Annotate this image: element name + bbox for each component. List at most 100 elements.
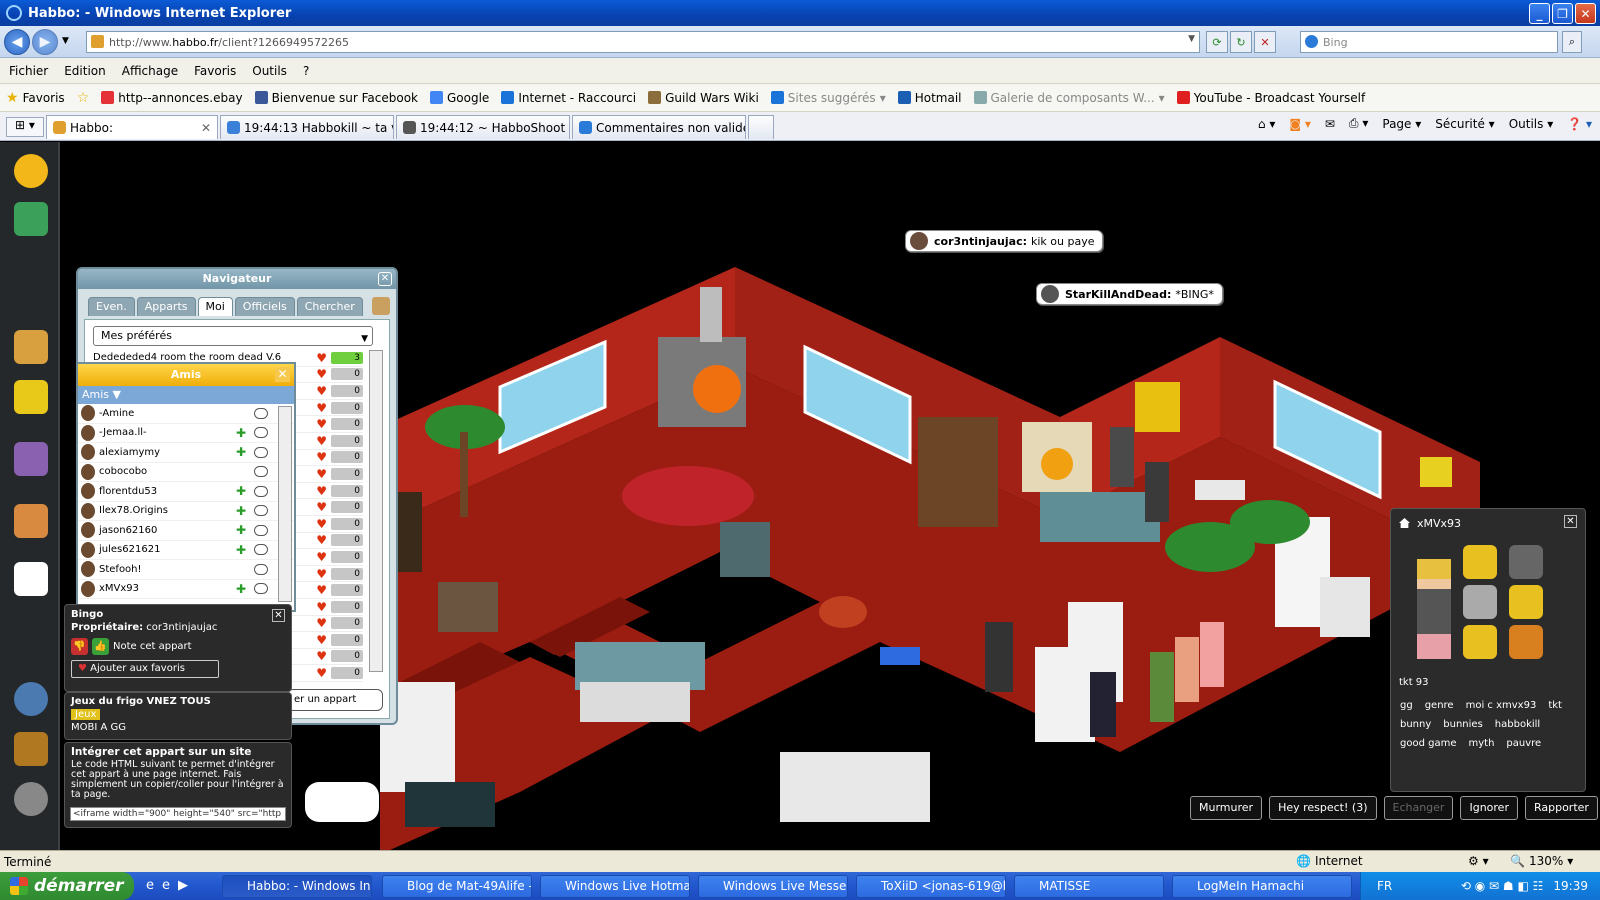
add-favorite-button[interactable]: ♥ Ajouter aux favoris xyxy=(71,660,219,678)
help-icon[interactable] xyxy=(14,154,48,188)
mail-icon[interactable]: ✉ xyxy=(1325,117,1335,131)
message-icon[interactable] xyxy=(254,407,268,419)
address-dropdown-icon[interactable]: ▼ xyxy=(1188,34,1195,44)
friends-title[interactable]: Amis xyxy=(78,364,294,386)
chat-bubble[interactable]: cor3ntinjaujac: kik ou paye xyxy=(905,230,1104,252)
message-icon[interactable] xyxy=(254,544,268,556)
follow-icon[interactable]: ✚ xyxy=(236,523,246,537)
maximize-button[interactable]: ❐ xyxy=(1552,3,1573,24)
fav-item-facebook[interactable]: Bienvenue sur Facebook xyxy=(254,91,418,105)
fav-item-google[interactable]: Google xyxy=(430,91,489,105)
tab-events[interactable]: Even. xyxy=(88,297,135,316)
user-tag[interactable]: genre xyxy=(1420,697,1459,714)
heart-icon[interactable]: ♥ xyxy=(316,367,327,381)
tab-rooms[interactable]: Apparts xyxy=(136,297,196,316)
friend-item[interactable]: florentdu53 ✚ xyxy=(78,482,294,502)
embed-code-field[interactable]: <iframe width="900" height="540" src="ht… xyxy=(70,807,286,821)
tab-search[interactable]: Chercher xyxy=(296,297,363,316)
heart-icon[interactable]: ♥ xyxy=(316,616,327,630)
heart-icon[interactable]: ♥ xyxy=(316,567,327,581)
protected-mode-icon[interactable]: ⚙ ▾ xyxy=(1468,854,1489,868)
taskbar-item[interactable]: Blog de Mat-49Alife - ... xyxy=(382,875,532,898)
fav-item-internet-raccourci[interactable]: Internet - Raccourci xyxy=(501,91,636,105)
my-avatar-icon[interactable] xyxy=(14,782,48,816)
navigator-icon[interactable] xyxy=(14,330,48,364)
user-tag[interactable]: good game xyxy=(1395,735,1461,752)
user-tag[interactable]: gg xyxy=(1395,697,1418,714)
taskbar-item[interactable]: LogMeIn Hamachi xyxy=(1172,875,1352,898)
action-button[interactable]: Hey respect! (3) xyxy=(1269,796,1377,820)
page-menu[interactable]: Page ▾ xyxy=(1382,117,1421,131)
chat-icon[interactable] xyxy=(14,562,48,596)
search-icon[interactable]: ⌕ xyxy=(1562,31,1582,53)
message-icon[interactable] xyxy=(254,505,268,517)
friends-scrollbar[interactable] xyxy=(278,406,292,602)
message-icon[interactable] xyxy=(254,524,268,536)
close-icon[interactable]: ✕ xyxy=(1564,515,1577,528)
user-tag[interactable]: moi c xmvx93 xyxy=(1461,697,1542,714)
tab-me[interactable]: Moi xyxy=(197,297,233,316)
home-icon[interactable]: ⌂ ▾ xyxy=(1258,117,1275,131)
heart-icon[interactable]: ♥ xyxy=(316,517,327,531)
heart-icon[interactable]: ♥ xyxy=(316,500,327,514)
taskbar-item[interactable]: MATISSE xyxy=(1014,875,1164,898)
heart-icon[interactable]: ♥ xyxy=(316,434,327,448)
menu-help[interactable]: ? xyxy=(303,64,309,78)
chat-input[interactable] xyxy=(305,782,379,822)
friend-item[interactable]: -Amine xyxy=(78,404,294,424)
heart-icon[interactable]: ♥ xyxy=(316,401,327,415)
fav-item-gallery[interactable]: Galerie de composants W... ▾ xyxy=(973,91,1165,105)
heart-icon[interactable]: ♥ xyxy=(316,450,327,464)
heart-icon[interactable]: ♥ xyxy=(316,533,327,547)
hand-icon[interactable] xyxy=(14,504,48,538)
taskbar-item[interactable]: Windows Live Hotmail... xyxy=(540,875,690,898)
add-favorite-button[interactable]: ☆ xyxy=(77,90,90,106)
fav-item-youtube[interactable]: YouTube - Broadcast Yourself xyxy=(1176,91,1365,105)
follow-icon[interactable]: ✚ xyxy=(236,426,246,440)
friends-category[interactable]: Amis ▼ xyxy=(78,386,294,404)
action-button[interactable]: Ignorer xyxy=(1460,796,1518,820)
heart-icon[interactable]: ♥ xyxy=(316,351,327,365)
compat-view-icon[interactable]: ⟳ xyxy=(1206,31,1228,53)
heart-icon[interactable]: ♥ xyxy=(316,666,327,680)
heart-icon[interactable]: ♥ xyxy=(316,384,327,398)
language-indicator[interactable]: FR xyxy=(1377,879,1392,893)
fav-item-guildwars[interactable]: Guild Wars Wiki xyxy=(648,91,759,105)
tab-close-icon[interactable]: ✕ xyxy=(201,121,211,135)
follow-icon[interactable]: ✚ xyxy=(236,484,246,498)
user-tag[interactable]: tkt xyxy=(1543,697,1567,714)
user-tag[interactable]: myth xyxy=(1463,735,1499,752)
create-room-button[interactable]: er un appart xyxy=(287,689,383,711)
room-owner[interactable]: cor3ntinjaujac xyxy=(146,622,217,633)
new-tab-button[interactable] xyxy=(748,115,774,139)
hotel-view-icon[interactable] xyxy=(14,202,48,236)
tab-habbokill[interactable]: 19:44:13 Habbokill ~ ta vie e... xyxy=(220,115,394,139)
friend-item[interactable]: jules621621 ✚ xyxy=(78,541,294,560)
heart-icon[interactable]: ♥ xyxy=(316,467,327,481)
user-tag[interactable]: bunnies xyxy=(1438,716,1488,733)
inventory-icon[interactable] xyxy=(14,442,48,476)
address-bar[interactable]: http://www. habbo.fr/client?1266949572265… xyxy=(86,31,1200,53)
message-icon[interactable] xyxy=(254,485,268,497)
friend-item[interactable]: alexiamymy ✚ xyxy=(78,443,294,463)
tab-commentaires[interactable]: Commentaires non validés - ... xyxy=(572,115,746,139)
navigator-title[interactable]: Navigateur xyxy=(78,269,396,289)
heart-icon[interactable]: ♥ xyxy=(316,649,327,663)
refresh-icon[interactable]: ↻ xyxy=(1230,31,1252,53)
heart-icon[interactable]: ♥ xyxy=(316,600,327,614)
forward-button[interactable]: ▶ xyxy=(32,29,58,55)
message-icon[interactable] xyxy=(254,427,268,439)
search-input[interactable]: Bing xyxy=(1300,31,1558,53)
back-button[interactable]: ◀ xyxy=(4,29,30,55)
menu-tools[interactable]: Outils xyxy=(252,64,287,78)
tab-habbo[interactable]: Habbo: ✕ xyxy=(46,115,218,139)
follow-icon[interactable]: ✚ xyxy=(236,582,246,596)
tab-official[interactable]: Officiels xyxy=(234,297,295,316)
room-list-scrollbar[interactable] xyxy=(369,350,383,672)
room-tag[interactable]: Jeux xyxy=(71,709,101,720)
favorites-button[interactable]: ★ Favoris xyxy=(6,90,65,106)
zoom-control[interactable]: 🔍 130% ▾ xyxy=(1510,854,1573,868)
heart-icon[interactable]: ♥ xyxy=(316,484,327,498)
thumbs-up-icon[interactable]: 👍 xyxy=(92,638,109,655)
thumbs-down-icon[interactable]: 👎 xyxy=(71,638,88,655)
